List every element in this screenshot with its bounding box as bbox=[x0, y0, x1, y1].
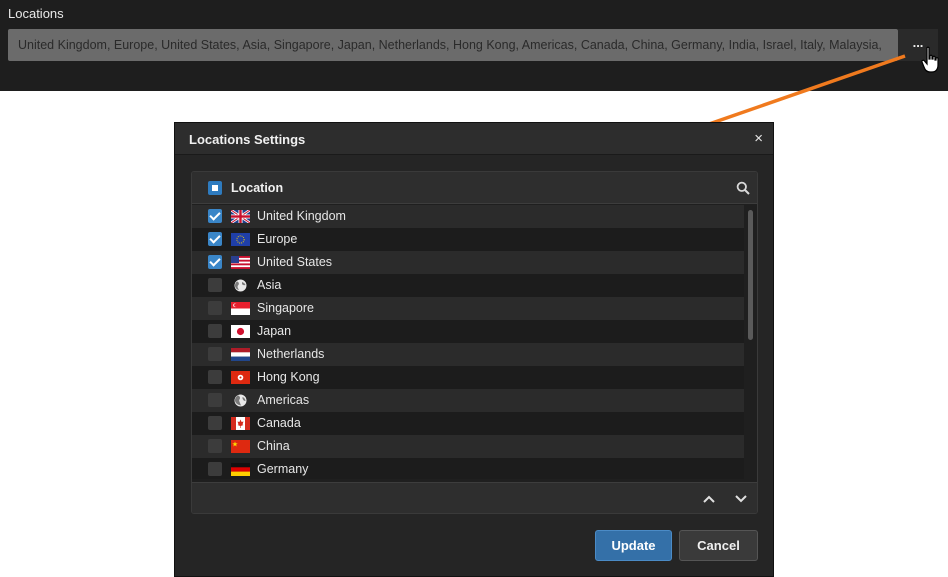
item-checkbox[interactable] bbox=[208, 209, 222, 223]
item-label: Europe bbox=[257, 232, 298, 246]
list-item[interactable]: United States bbox=[192, 251, 744, 274]
item-checkbox[interactable] bbox=[208, 347, 222, 361]
hk-flag-icon bbox=[231, 371, 250, 384]
list-item[interactable]: Hong Kong bbox=[192, 366, 744, 389]
cancel-button[interactable]: Cancel bbox=[679, 530, 758, 561]
globe-icon bbox=[234, 394, 247, 407]
item-label: Asia bbox=[257, 278, 282, 292]
us-flag-icon bbox=[231, 256, 250, 269]
item-checkbox[interactable] bbox=[208, 393, 222, 407]
list-item[interactable]: Europe bbox=[192, 228, 744, 251]
list-item[interactable]: Germany bbox=[192, 458, 744, 479]
list-header: Location bbox=[192, 172, 757, 204]
list-item[interactable]: China bbox=[192, 435, 744, 458]
item-label: United States bbox=[257, 255, 333, 269]
list-scrollbar[interactable] bbox=[748, 210, 753, 340]
item-label: Singapore bbox=[257, 301, 314, 315]
locations-toolbar: Locations United Kingdom, Europe, United… bbox=[0, 0, 948, 91]
item-checkbox[interactable] bbox=[208, 278, 222, 292]
item-checkbox[interactable] bbox=[208, 255, 222, 269]
item-checkbox[interactable] bbox=[208, 301, 222, 315]
ca-flag-icon bbox=[231, 417, 250, 430]
list-item[interactable]: Japan bbox=[192, 320, 744, 343]
item-checkbox[interactable] bbox=[208, 439, 222, 453]
dialog-title: Locations Settings bbox=[189, 132, 306, 147]
location-column-header: Location bbox=[231, 181, 284, 195]
list-item[interactable]: Asia bbox=[192, 274, 744, 297]
item-label: Hong Kong bbox=[257, 370, 320, 384]
locations-label: Locations bbox=[8, 6, 64, 21]
sg-flag-icon bbox=[231, 302, 250, 315]
list-item[interactable]: United Kingdom bbox=[192, 205, 744, 228]
locations-field[interactable]: United Kingdom, Europe, United States, A… bbox=[8, 29, 898, 61]
locations-settings-dialog: Locations Settings × Location United Kin… bbox=[174, 122, 774, 577]
list-footer bbox=[192, 482, 757, 513]
item-label: United Kingdom bbox=[257, 209, 346, 223]
item-checkbox[interactable] bbox=[208, 232, 222, 246]
uk-flag-icon bbox=[231, 210, 250, 223]
item-checkbox[interactable] bbox=[208, 370, 222, 384]
eu-flag-icon bbox=[231, 233, 250, 246]
list-item[interactable]: Canada bbox=[192, 412, 744, 435]
list-item[interactable]: Netherlands bbox=[192, 343, 744, 366]
chevron-up-icon[interactable] bbox=[702, 492, 716, 506]
item-checkbox[interactable] bbox=[208, 416, 222, 430]
close-icon[interactable]: × bbox=[754, 130, 763, 147]
list-item[interactable]: Singapore bbox=[192, 297, 744, 320]
chevron-down-icon[interactable] bbox=[734, 492, 748, 506]
hand-cursor-icon bbox=[921, 46, 939, 73]
item-label: Canada bbox=[257, 416, 301, 430]
item-label: Americas bbox=[257, 393, 310, 407]
item-checkbox[interactable] bbox=[208, 324, 222, 338]
location-rows: United Kingdom Europe United States Asia… bbox=[192, 205, 744, 479]
item-label: Japan bbox=[257, 324, 292, 338]
location-list: Location United Kingdom Europe United St… bbox=[191, 171, 758, 514]
item-label: China bbox=[257, 439, 290, 453]
globe-icon bbox=[234, 279, 247, 292]
nl-flag-icon bbox=[231, 348, 250, 361]
update-button[interactable]: Update bbox=[595, 530, 672, 561]
item-label: Germany bbox=[257, 462, 309, 476]
select-all-checkbox[interactable] bbox=[208, 181, 222, 195]
de-flag-icon bbox=[231, 463, 250, 476]
item-checkbox[interactable] bbox=[208, 462, 222, 476]
list-item[interactable]: Americas bbox=[192, 389, 744, 412]
cn-flag-icon bbox=[231, 440, 250, 453]
search-icon[interactable] bbox=[736, 181, 750, 195]
jp-flag-icon bbox=[231, 325, 250, 338]
item-label: Netherlands bbox=[257, 347, 325, 361]
dialog-header: Locations Settings × bbox=[175, 123, 773, 155]
